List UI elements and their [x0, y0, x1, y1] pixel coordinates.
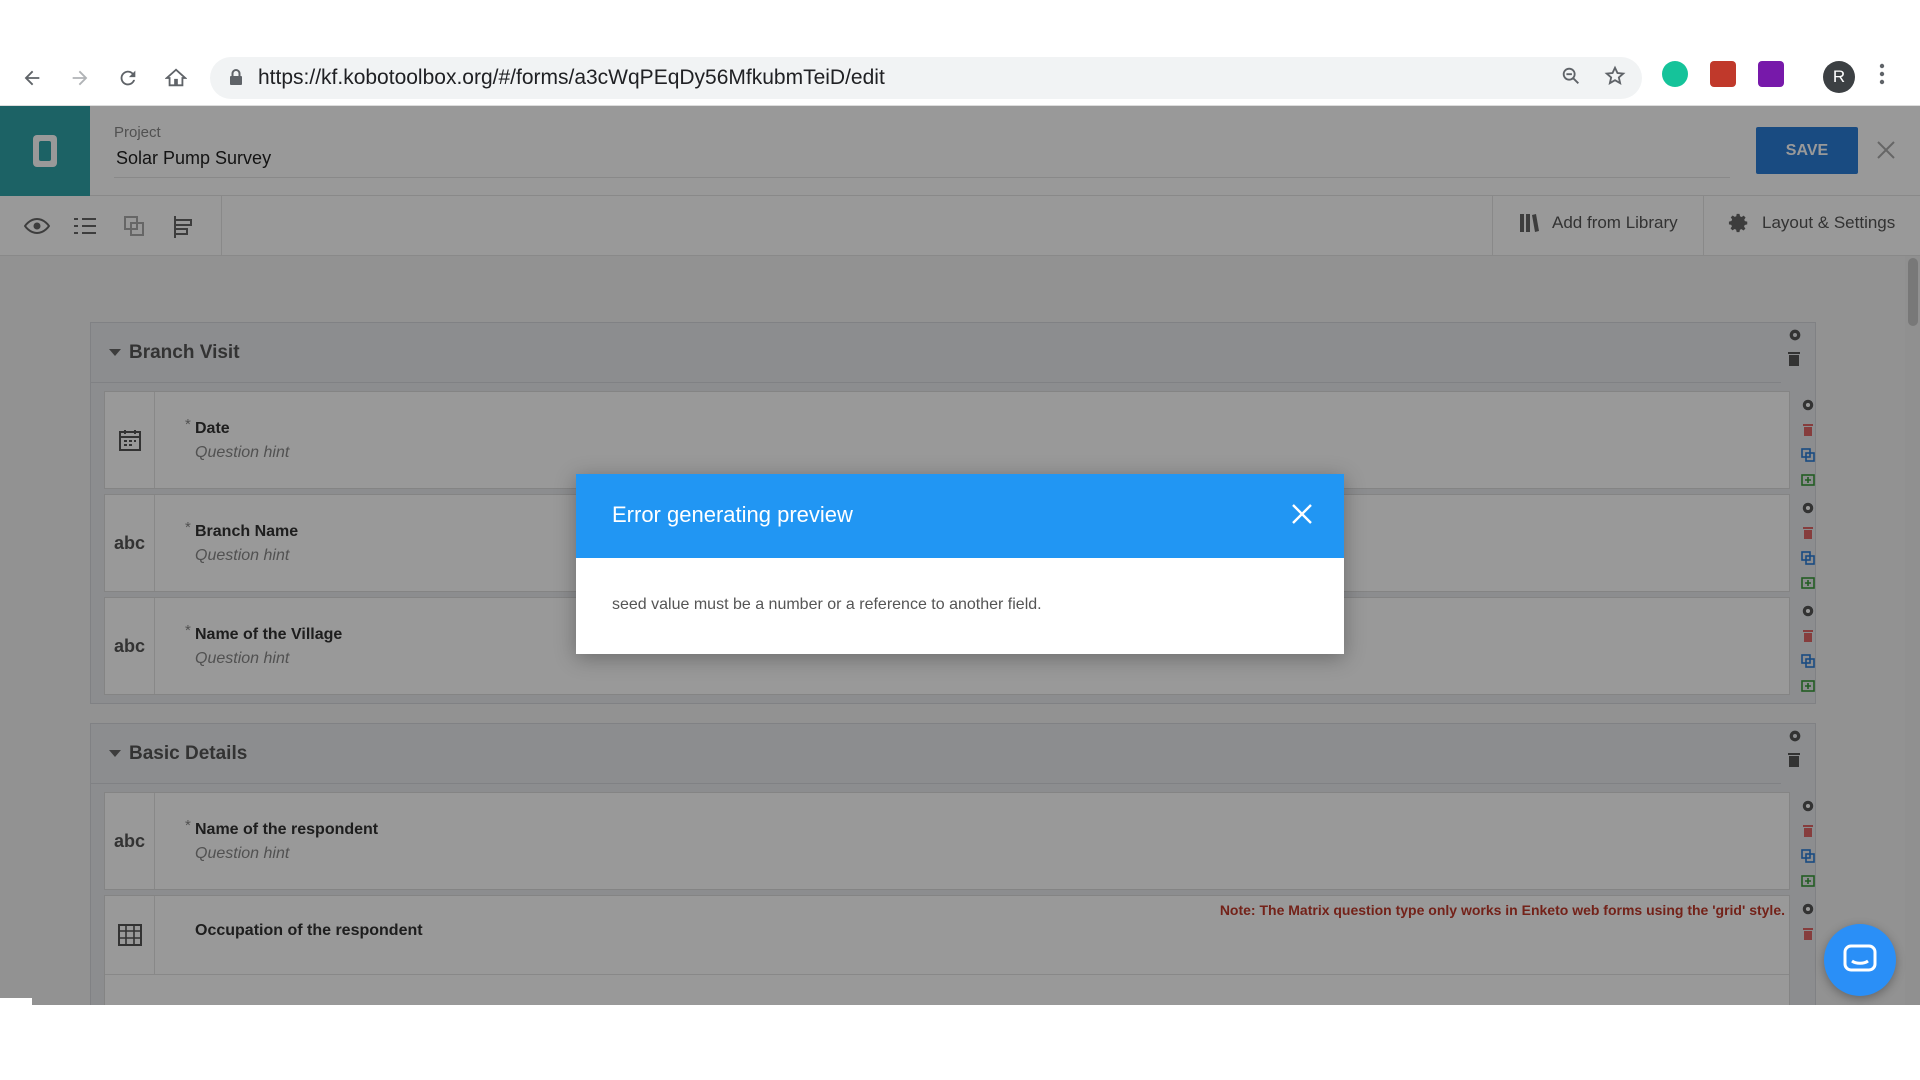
- reload-button[interactable]: [104, 54, 152, 102]
- error-modal: Error generating preview seed value must…: [576, 474, 1344, 654]
- bookmark-star-icon[interactable]: [1604, 65, 1626, 93]
- chat-launcher-button[interactable]: [1824, 924, 1896, 996]
- address-bar[interactable]: https://kf.kobotoolbox.org/#/forms/a3cWq…: [210, 57, 1642, 99]
- home-icon: [165, 68, 187, 87]
- profile-avatar[interactable]: R: [1823, 61, 1855, 93]
- bottom-corner: [0, 998, 32, 1008]
- browser-menu-icon[interactable]: [1878, 62, 1886, 91]
- bottom-blank-area: [0, 1005, 1920, 1080]
- modal-message: seed value must be a number or a referen…: [612, 596, 1042, 613]
- forward-button[interactable]: [56, 54, 104, 102]
- back-button[interactable]: [8, 54, 56, 102]
- browser-toolbar: https://kf.kobotoolbox.org/#/forms/a3cWq…: [0, 50, 1920, 106]
- lock-icon: [228, 68, 244, 92]
- zoom-icon[interactable]: [1560, 65, 1582, 93]
- chat-icon: [1843, 944, 1877, 972]
- modal-header: Error generating preview: [576, 474, 1344, 558]
- onenote-extension-icon[interactable]: [1758, 61, 1784, 87]
- browser-tabstrip: [0, 0, 1920, 50]
- modal-title: Error generating preview: [612, 502, 853, 527]
- back-arrow-icon: [24, 70, 40, 86]
- close-icon[interactable]: [1290, 502, 1314, 531]
- url-text: https://kf.kobotoolbox.org/#/forms/a3cWq…: [258, 66, 885, 89]
- home-button[interactable]: [152, 54, 200, 102]
- forward-arrow-icon: [72, 70, 88, 86]
- reload-icon: [120, 70, 136, 86]
- grammarly-extension-icon[interactable]: [1662, 61, 1688, 87]
- pdf-extension-icon[interactable]: [1710, 61, 1736, 87]
